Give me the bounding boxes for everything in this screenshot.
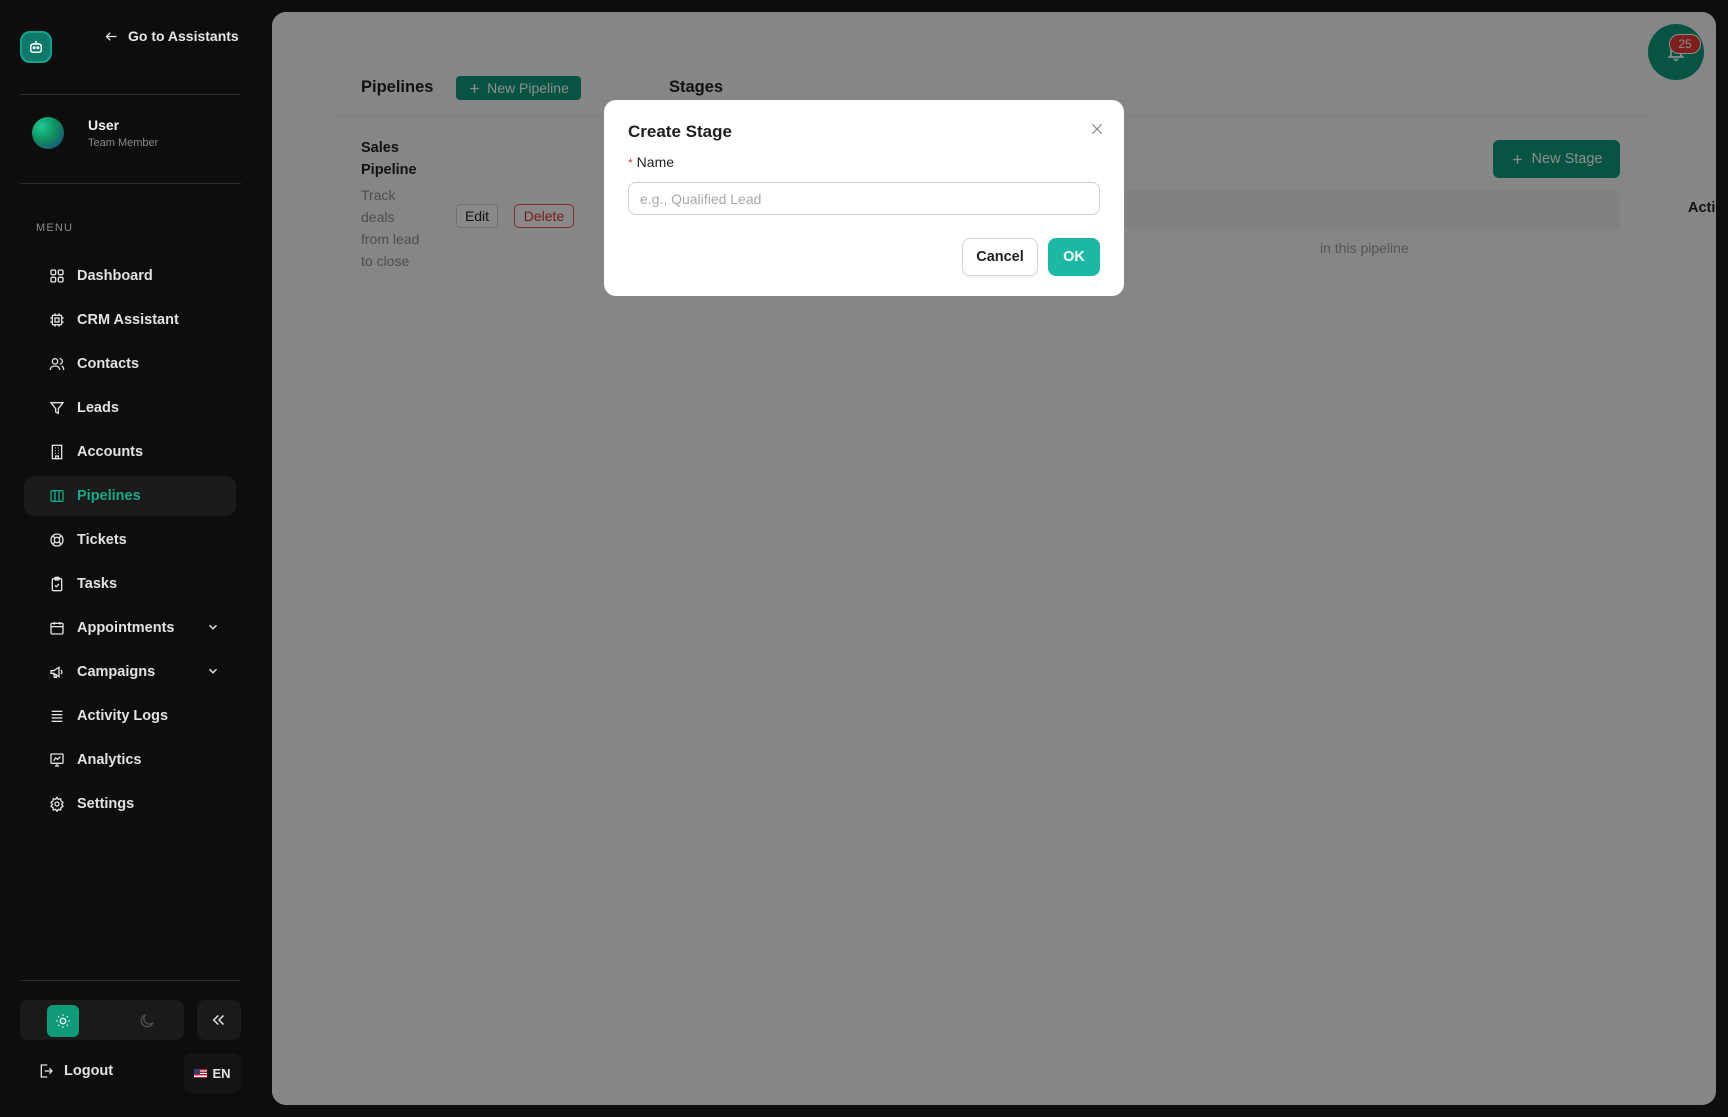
us-flag-icon: [194, 1068, 208, 1078]
sidebar-item-label: Tasks: [77, 576, 118, 592]
sidebar: Go to Assistants User Team Member MENU D…: [0, 0, 272, 1117]
ok-button[interactable]: OK: [1048, 238, 1100, 276]
moon-icon: [140, 1014, 154, 1028]
funnel-icon: [49, 402, 65, 415]
sidebar-item-label: Contacts: [77, 356, 140, 372]
light-mode-button[interactable]: [47, 1005, 79, 1037]
divider: [20, 980, 241, 981]
name-label-text: Name: [636, 154, 675, 170]
sidebar-item-label: Tickets: [77, 532, 127, 548]
required-marker: *: [628, 156, 633, 170]
sidebar-item-label: Settings: [77, 796, 135, 812]
sidebar-item-dashboard[interactable]: Dashboard: [24, 256, 236, 296]
menu-label: MENU: [36, 222, 74, 234]
user-profile[interactable]: User Team Member: [32, 117, 158, 149]
columns-icon: [50, 490, 64, 502]
sidebar-item-label: Campaigns: [77, 664, 156, 680]
chevrons-left-icon: [212, 1014, 225, 1026]
sidebar-item-label: Appointments: [77, 620, 175, 636]
name-field-label: * Name: [628, 154, 674, 170]
close-icon: [1091, 123, 1103, 135]
collapse-sidebar-button[interactable]: [197, 1000, 241, 1040]
chevron-down-icon[interactable]: [206, 664, 220, 678]
arrow-left-icon: [105, 31, 117, 41]
robot-logo-icon[interactable]: [20, 31, 52, 63]
sidebar-item-appointments[interactable]: Appointments: [24, 608, 236, 648]
sidebar-item-analytics[interactable]: Analytics: [24, 740, 236, 780]
dark-mode-button[interactable]: [131, 1005, 163, 1037]
chevron-down-icon[interactable]: [206, 620, 220, 634]
sidebar-item-tickets[interactable]: Tickets: [24, 520, 236, 560]
calendar-icon: [50, 622, 64, 635]
close-modal-button[interactable]: [1088, 120, 1106, 138]
sidebar-item-contacts[interactable]: Contacts: [24, 344, 236, 384]
create-stage-modal: Create Stage *Name Cancel OK: [604, 100, 1124, 296]
chart-icon: [50, 753, 64, 767]
avatar: [32, 117, 64, 149]
sidebar-item-leads[interactable]: Leads: [24, 388, 236, 428]
user-name: User: [88, 117, 120, 133]
sidebar-item-label: Pipelines: [77, 488, 141, 504]
logout-icon: [40, 1064, 53, 1078]
grid-icon: [50, 269, 64, 283]
sidebar-nav: Dashboard CRM Assistant Contacts Leads A…: [24, 256, 236, 828]
go-back-label: Go to Assistants: [128, 28, 239, 44]
sidebar-item-crm-assistant[interactable]: CRM Assistant: [24, 300, 236, 340]
divider: [20, 94, 241, 95]
sidebar-item-label: Activity Logs: [77, 708, 169, 724]
logout-button[interactable]: Logout: [38, 1063, 113, 1079]
users-icon: [49, 358, 65, 371]
sun-icon: [56, 1014, 70, 1028]
divider: [20, 183, 241, 184]
theme-toggle: [20, 1000, 184, 1040]
building-icon: [51, 444, 63, 460]
lifebuoy-icon: [50, 533, 64, 547]
sidebar-item-tasks[interactable]: Tasks: [24, 564, 236, 604]
megaphone-icon: [50, 666, 63, 678]
cancel-button[interactable]: Cancel: [962, 238, 1038, 276]
go-to-assistants-link[interactable]: Go to Assistants: [104, 28, 239, 44]
cpu-icon: [50, 313, 64, 327]
sidebar-item-activity-logs[interactable]: Activity Logs: [24, 696, 236, 736]
sidebar-item-label: Dashboard: [77, 268, 153, 284]
sidebar-item-label: Accounts: [77, 444, 144, 460]
list-icon: [51, 710, 63, 722]
sidebar-item-settings[interactable]: Settings: [24, 784, 236, 824]
language-selector[interactable]: EN: [184, 1053, 241, 1093]
language-label: EN: [212, 1065, 231, 1081]
sidebar-item-accounts[interactable]: Accounts: [24, 432, 236, 472]
logout-label: Logout: [64, 1063, 114, 1079]
sidebar-item-label: CRM Assistant: [77, 312, 179, 328]
clipboard-icon: [51, 576, 63, 592]
sidebar-item-label: Analytics: [77, 752, 142, 768]
sidebar-item-pipelines[interactable]: Pipelines: [24, 476, 236, 516]
stage-name-input[interactable]: [628, 182, 1100, 215]
gear-icon: [50, 796, 64, 812]
sidebar-item-campaigns[interactable]: Campaigns: [24, 652, 236, 692]
user-role: Team Member: [88, 137, 159, 149]
modal-title: Create Stage: [628, 122, 732, 141]
sidebar-item-label: Leads: [77, 400, 119, 416]
